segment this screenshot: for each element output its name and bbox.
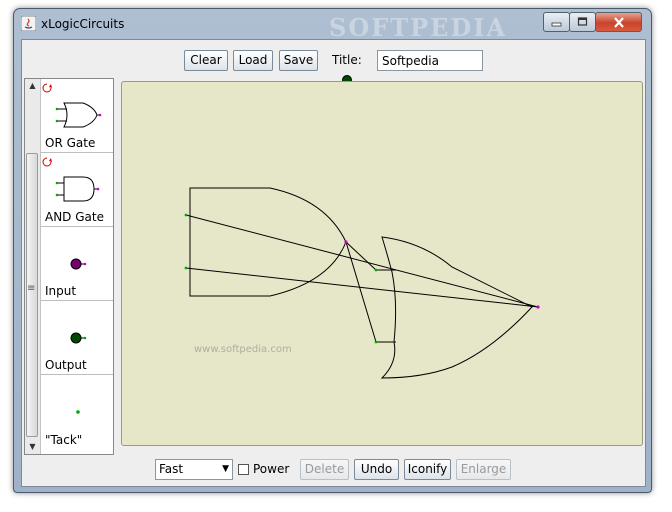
grip-icon: ≡ bbox=[27, 283, 36, 294]
palette-item-input[interactable]: Input bbox=[41, 227, 113, 301]
client-area: Clear Load Save Title: ▲ ≡ ▼ bbox=[21, 39, 646, 487]
circuit-canvas-container: www.softpedia.com bbox=[117, 75, 643, 451]
enlarge-button[interactable]: Enlarge bbox=[456, 459, 511, 480]
close-icon bbox=[613, 16, 624, 28]
scroll-up-arrow-icon[interactable]: ▲ bbox=[25, 79, 40, 93]
scrollbar-thumb[interactable] bbox=[26, 153, 38, 437]
palette-item-and-gate[interactable]: AND Gate bbox=[41, 153, 113, 227]
connector bbox=[374, 268, 378, 272]
or-gate-shape bbox=[189, 187, 347, 297]
output-node-icon bbox=[70, 332, 87, 344]
palette-item-tack[interactable]: "Tack" bbox=[41, 375, 113, 449]
scroll-down-arrow-icon[interactable]: ▼ bbox=[25, 440, 40, 454]
close-button[interactable] bbox=[595, 12, 642, 32]
palette-item-label: "Tack" bbox=[45, 433, 83, 447]
circuit-drawing bbox=[184, 187, 540, 379]
connector bbox=[374, 340, 378, 344]
wire bbox=[185, 267, 539, 308]
power-checkbox[interactable] bbox=[238, 464, 249, 475]
palette-item-label: OR Gate bbox=[45, 136, 96, 150]
palette-item-or-gate[interactable]: OR Gate bbox=[41, 79, 113, 153]
input-node-icon bbox=[70, 258, 87, 270]
palette-item-output[interactable]: Output bbox=[41, 301, 113, 375]
speed-select-value: Fast bbox=[159, 462, 184, 476]
delete-button[interactable]: Delete bbox=[300, 459, 349, 480]
connector bbox=[344, 240, 348, 244]
minimize-button[interactable] bbox=[543, 12, 570, 32]
top-toolbar: Clear Load Save Title: bbox=[22, 40, 645, 77]
save-button[interactable]: Save bbox=[279, 50, 318, 71]
speed-select[interactable]: Fast ▼ bbox=[155, 459, 233, 480]
connector bbox=[184, 213, 188, 217]
softpedia-watermark: SOFTPEDIA bbox=[329, 13, 508, 42]
iconify-button[interactable]: Iconify bbox=[404, 459, 451, 480]
chevron-down-icon: ▼ bbox=[222, 464, 229, 474]
palette-item-label: Output bbox=[45, 358, 87, 372]
palette-items: OR Gate AND Gate Input Output "Tack" bbox=[41, 79, 113, 454]
clear-button[interactable]: Clear bbox=[184, 50, 228, 71]
component-palette: ▲ ≡ ▼ OR Gate AND Gate Input Output "Tac… bbox=[24, 78, 114, 455]
and-gate-icon bbox=[42, 157, 100, 202]
undo-button[interactable]: Undo bbox=[354, 459, 399, 480]
or-gate-shape bbox=[380, 236, 533, 379]
tack-icon bbox=[76, 410, 80, 414]
palette-scrollbar[interactable]: ▲ ≡ ▼ bbox=[25, 79, 41, 454]
power-label[interactable]: Power bbox=[253, 462, 289, 476]
window-title: xLogicCircuits bbox=[41, 17, 125, 31]
load-button[interactable]: Load bbox=[233, 50, 273, 71]
connector bbox=[536, 305, 540, 309]
wire bbox=[185, 214, 539, 308]
maximize-button[interactable] bbox=[569, 12, 596, 32]
app-window: xLogicCircuits SOFTPEDIA Clear Load Save… bbox=[13, 8, 652, 493]
palette-item-label: AND Gate bbox=[45, 210, 104, 224]
java-app-icon bbox=[21, 16, 36, 31]
circuit-canvas[interactable]: www.softpedia.com bbox=[121, 81, 643, 446]
palette-item-label: Input bbox=[45, 284, 77, 298]
or-gate-icon bbox=[42, 83, 102, 128]
title-bar[interactable]: xLogicCircuits SOFTPEDIA bbox=[14, 9, 651, 42]
bottom-toolbar: Fast ▼ Power Delete Undo Iconify Enlarge bbox=[22, 455, 645, 486]
title-input[interactable] bbox=[377, 50, 483, 71]
title-label: Title: bbox=[332, 53, 362, 67]
connector bbox=[184, 266, 188, 270]
wire bbox=[345, 241, 377, 343]
maximize-icon bbox=[577, 17, 588, 26]
minimize-icon bbox=[551, 22, 562, 27]
